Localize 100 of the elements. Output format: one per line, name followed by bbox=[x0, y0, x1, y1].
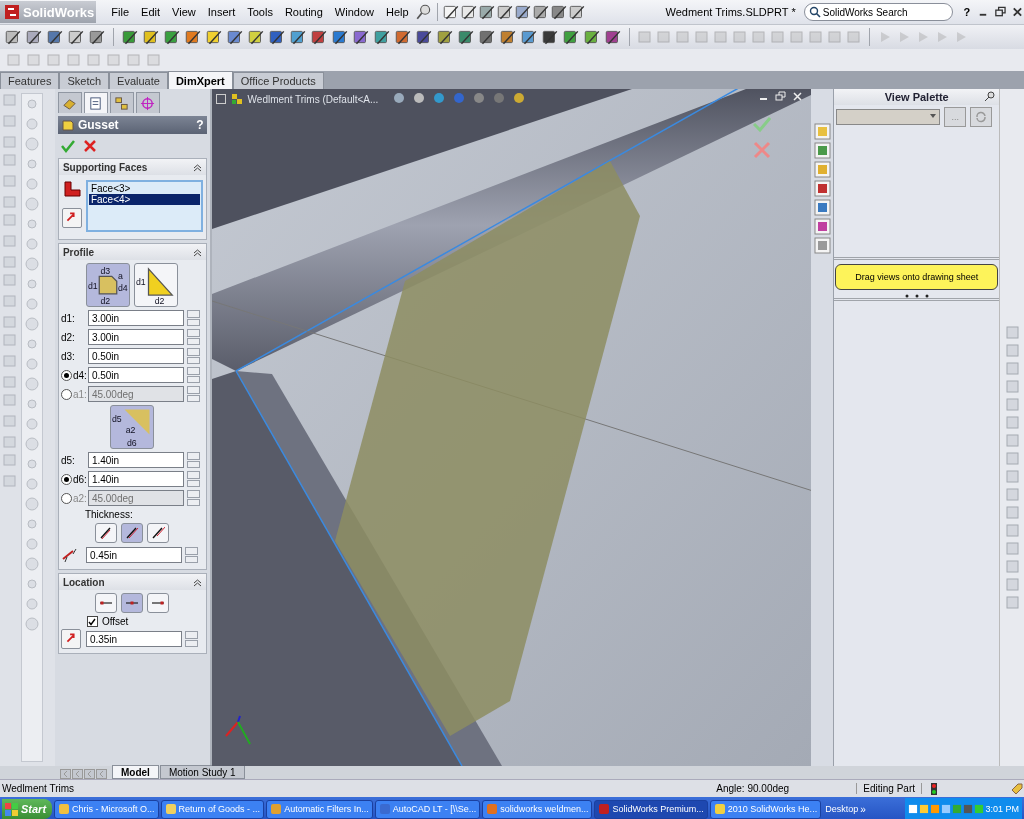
number-field[interactable]: 0.50in bbox=[87, 367, 184, 383]
menu-item[interactable]: File bbox=[105, 4, 136, 20]
confirm-icon[interactable] bbox=[753, 115, 772, 133]
spin-buttons[interactable] bbox=[186, 329, 200, 345]
taskbar-button[interactable]: Return of Goods - ... bbox=[160, 799, 265, 819]
menu-item[interactable]: Edit bbox=[135, 4, 167, 20]
tray-icon[interactable] bbox=[930, 804, 941, 814]
view-tool-icon[interactable] bbox=[391, 91, 406, 105]
command-tab[interactable]: Evaluate bbox=[109, 72, 168, 89]
list-item[interactable]: Face<3> bbox=[88, 183, 200, 194]
number-field[interactable]: 0.50in bbox=[87, 348, 184, 364]
nav-arrow-icon[interactable] bbox=[72, 769, 83, 779]
tool-icon[interactable] bbox=[4, 28, 22, 46]
faces-list[interactable]: Face<3> Face<4> bbox=[85, 180, 203, 232]
view-tool-icon[interactable] bbox=[491, 91, 506, 105]
number-field[interactable]: 1.40in bbox=[87, 471, 184, 487]
tool-icon[interactable] bbox=[457, 28, 475, 46]
tray-icon[interactable] bbox=[919, 804, 930, 814]
spin-buttons[interactable] bbox=[186, 471, 200, 487]
spin-buttons[interactable] bbox=[186, 348, 200, 364]
spin-buttons[interactable] bbox=[186, 452, 200, 468]
panel-tab[interactable] bbox=[83, 92, 108, 113]
panel-tab[interactable] bbox=[57, 92, 82, 113]
task-pane-icon[interactable] bbox=[813, 180, 831, 197]
menu-item[interactable]: Window bbox=[328, 4, 380, 20]
checkbox[interactable] bbox=[86, 616, 98, 627]
taskbar-button[interactable]: solidworks weldmen... bbox=[482, 799, 593, 819]
tool-icon[interactable] bbox=[531, 3, 550, 21]
command-tab[interactable]: Features bbox=[0, 72, 60, 89]
tool-icon[interactable] bbox=[549, 3, 568, 21]
command-tab[interactable]: Sketch bbox=[59, 72, 110, 89]
tool-icon[interactable] bbox=[226, 28, 244, 46]
tool-icon[interactable] bbox=[583, 28, 601, 46]
tool-icon[interactable] bbox=[441, 3, 460, 21]
tray-icon[interactable] bbox=[974, 804, 985, 814]
location-option-button[interactable] bbox=[147, 593, 170, 613]
tool-icon[interactable] bbox=[163, 28, 181, 46]
refresh-button[interactable] bbox=[970, 107, 993, 127]
collapse-icon[interactable] bbox=[192, 247, 202, 257]
restore-icon[interactable] bbox=[994, 5, 1008, 19]
tool-icon[interactable] bbox=[520, 28, 538, 46]
menu-item[interactable]: View bbox=[166, 4, 202, 20]
tool-icon[interactable] bbox=[459, 3, 478, 21]
panel-tab[interactable] bbox=[135, 92, 160, 113]
tool-icon[interactable] bbox=[352, 28, 370, 46]
tool-icon[interactable] bbox=[478, 28, 496, 46]
tray-icon[interactable] bbox=[908, 804, 919, 814]
tool-icon[interactable] bbox=[310, 28, 328, 46]
tag-icon[interactable] bbox=[1010, 781, 1024, 796]
overflow-button[interactable]: » bbox=[860, 803, 866, 815]
menu-item[interactable]: Insert bbox=[201, 4, 242, 20]
view-dropdown[interactable] bbox=[836, 109, 941, 125]
tool-icon[interactable] bbox=[184, 28, 202, 46]
tool-icon[interactable] bbox=[567, 3, 586, 21]
menu-item[interactable]: Help bbox=[379, 4, 415, 20]
spin-buttons[interactable] bbox=[186, 367, 200, 383]
spin-buttons[interactable] bbox=[186, 490, 200, 506]
desktop-toolbar[interactable]: Desktop bbox=[825, 804, 859, 814]
view-tool-icon[interactable] bbox=[511, 91, 526, 105]
taskbar-button[interactable]: SolidWorks Premium... bbox=[594, 799, 708, 819]
tray-icon[interactable] bbox=[963, 804, 974, 814]
list-item[interactable]: Face<4> bbox=[88, 194, 200, 205]
view-tool-icon[interactable] bbox=[471, 91, 486, 105]
tool-icon[interactable] bbox=[331, 28, 349, 46]
location-option-button[interactable] bbox=[121, 593, 144, 613]
menu-item[interactable]: Tools bbox=[241, 4, 279, 20]
tree-item[interactable]: Wedlment Trims (Default<A... bbox=[247, 93, 379, 105]
panel-tab[interactable] bbox=[109, 92, 134, 113]
spin-buttons[interactable] bbox=[186, 386, 200, 402]
taskbar-button[interactable]: Automatic Filters In... bbox=[266, 799, 373, 819]
command-tab[interactable]: DimXpert bbox=[167, 71, 233, 89]
thickness-option-button[interactable] bbox=[121, 523, 144, 543]
view-tool-icon[interactable] bbox=[411, 91, 426, 105]
tool-icon[interactable] bbox=[67, 28, 85, 46]
tool-icon[interactable] bbox=[477, 3, 496, 21]
command-tab[interactable]: Office Products bbox=[232, 72, 324, 89]
tool-icon[interactable] bbox=[604, 28, 622, 46]
task-pane-icon[interactable] bbox=[813, 237, 831, 254]
nav-arrow-icon[interactable] bbox=[84, 769, 95, 779]
tool-icon[interactable] bbox=[205, 28, 223, 46]
tool-icon[interactable] bbox=[46, 28, 64, 46]
bottom-tab[interactable]: Model bbox=[112, 765, 159, 779]
bottom-tab[interactable]: Motion Study 1 bbox=[159, 765, 245, 779]
task-pane-icon[interactable] bbox=[813, 218, 831, 235]
spin-buttons[interactable] bbox=[186, 310, 200, 326]
menu-item[interactable]: Routing bbox=[278, 4, 329, 20]
close-icon[interactable] bbox=[1011, 5, 1024, 19]
chamfer-type-button[interactable]: d5 a2 d6 bbox=[110, 405, 155, 449]
tray-icon[interactable] bbox=[941, 804, 952, 814]
tool-icon[interactable] bbox=[88, 28, 106, 46]
collapse-icon[interactable] bbox=[192, 577, 202, 587]
tool-icon[interactable] bbox=[373, 28, 391, 46]
thickness-option-button[interactable] bbox=[95, 523, 118, 543]
thickness-option-button[interactable] bbox=[147, 523, 170, 543]
tool-icon[interactable] bbox=[562, 28, 580, 46]
tool-icon[interactable] bbox=[142, 28, 160, 46]
task-pane-icon[interactable] bbox=[813, 199, 831, 216]
collapse-icon[interactable] bbox=[192, 162, 202, 172]
location-option-button[interactable] bbox=[95, 593, 118, 613]
tool-icon[interactable] bbox=[289, 28, 307, 46]
